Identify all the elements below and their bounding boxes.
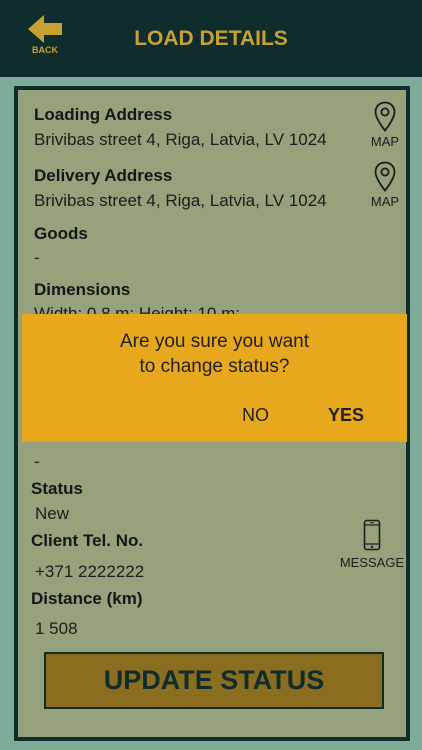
phone-icon [363,519,381,551]
message-label: MESSAGE [339,555,405,570]
distance-value: 1 508 [35,619,78,638]
dialog-yes-button[interactable]: YES [328,405,364,426]
app-header: BACK LOAD DETAILS [0,0,422,77]
client-tel-value[interactable]: +371 2222222 [35,562,144,582]
dialog-message-line-1: Are you sure you want [119,331,310,352]
message-button[interactable]: MESSAGE [336,519,408,570]
client-tel-label: Client Tel. No. [31,531,144,550]
distance-label: Distance (km) [31,589,143,608]
update-status-button[interactable]: UPDATE STATUS [44,652,384,709]
status-label: Status [31,479,83,498]
delivery-map-label: MAP [370,194,400,209]
goods-label: Goods [34,224,88,243]
status-value: New [35,504,70,523]
loading-address-label: Loading Address [34,105,173,124]
dialog-message: Are you sure you want to change status? [22,329,407,379]
loading-map-label: MAP [370,134,400,149]
map-pin-icon [374,161,396,192]
goods-value: - [34,248,40,267]
dialog-no-button[interactable]: NO [242,405,269,426]
dialog-message-line-2: to change status? [139,356,290,377]
delivery-map-button[interactable]: MAP [362,161,408,209]
delivery-address-label: Delivery Address [34,166,173,185]
dimensions-label: Dimensions [34,280,131,299]
page-title: LOAD DETAILS [134,27,288,50]
confirm-dialog: Are you sure you want to change status? … [22,314,407,442]
map-pin-icon [374,101,396,132]
loading-address-value: Brivibas street 4, Riga, Latvia, LV 1024 [34,130,327,149]
loading-map-button[interactable]: MAP [362,101,408,149]
hidden-field-value: - [34,452,40,471]
delivery-address-value: Brivibas street 4, Riga, Latvia, LV 1024 [34,191,327,210]
